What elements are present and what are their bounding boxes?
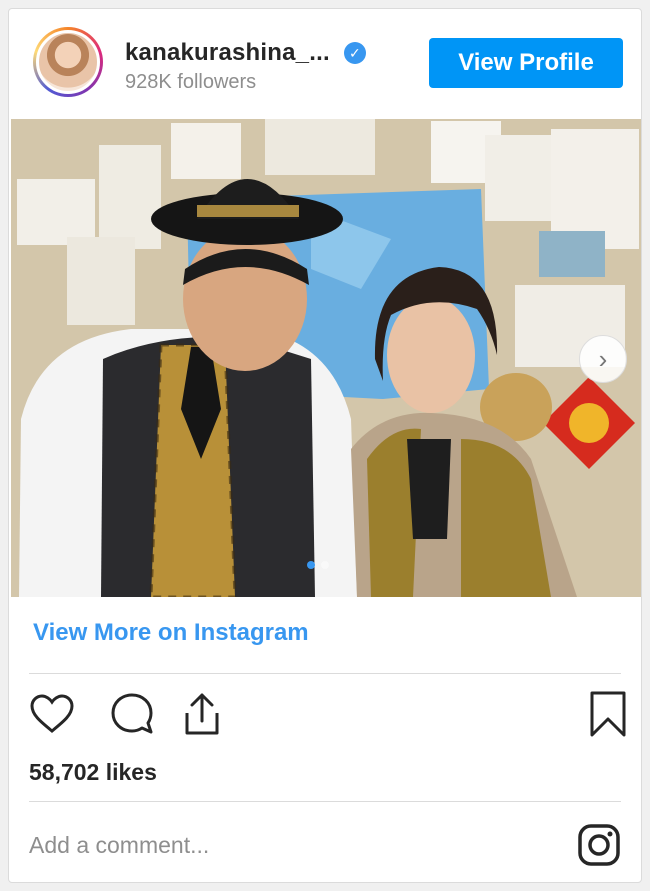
- post-actions: [27, 689, 626, 743]
- verified-badge-icon: ✓: [343, 42, 366, 64]
- post-header: kanakurashina_... ✓ 928K followers View …: [9, 9, 641, 119]
- like-count: 58,702 likes: [29, 759, 157, 785]
- post-photo-illustration: [11, 119, 641, 597]
- instagram-embed-card: kanakurashina_... ✓ 928K followers View …: [8, 8, 642, 883]
- comment-input[interactable]: [29, 827, 549, 863]
- carousel-dot-active: [307, 561, 315, 569]
- instagram-icon[interactable]: [575, 821, 623, 869]
- follower-count: 928K followers: [125, 71, 257, 93]
- view-more-link[interactable]: View More on Instagram: [33, 619, 309, 647]
- username-row: kanakurashina_... ✓: [125, 39, 366, 67]
- carousel-dot: [321, 561, 329, 569]
- carousel-indicator: [307, 561, 329, 569]
- post-photo[interactable]: ›: [11, 119, 641, 597]
- avatar-image: [36, 30, 100, 94]
- heart-icon[interactable]: [27, 689, 77, 739]
- comment-icon[interactable]: [107, 689, 157, 739]
- view-profile-button[interactable]: View Profile: [429, 38, 623, 88]
- username[interactable]: kanakurashina_...: [125, 39, 330, 67]
- bookmark-icon[interactable]: [583, 689, 633, 739]
- share-icon[interactable]: [177, 689, 227, 739]
- divider: [29, 673, 621, 674]
- chevron-right-icon[interactable]: ›: [579, 335, 627, 383]
- divider: [29, 801, 621, 802]
- profile-avatar[interactable]: [33, 27, 103, 97]
